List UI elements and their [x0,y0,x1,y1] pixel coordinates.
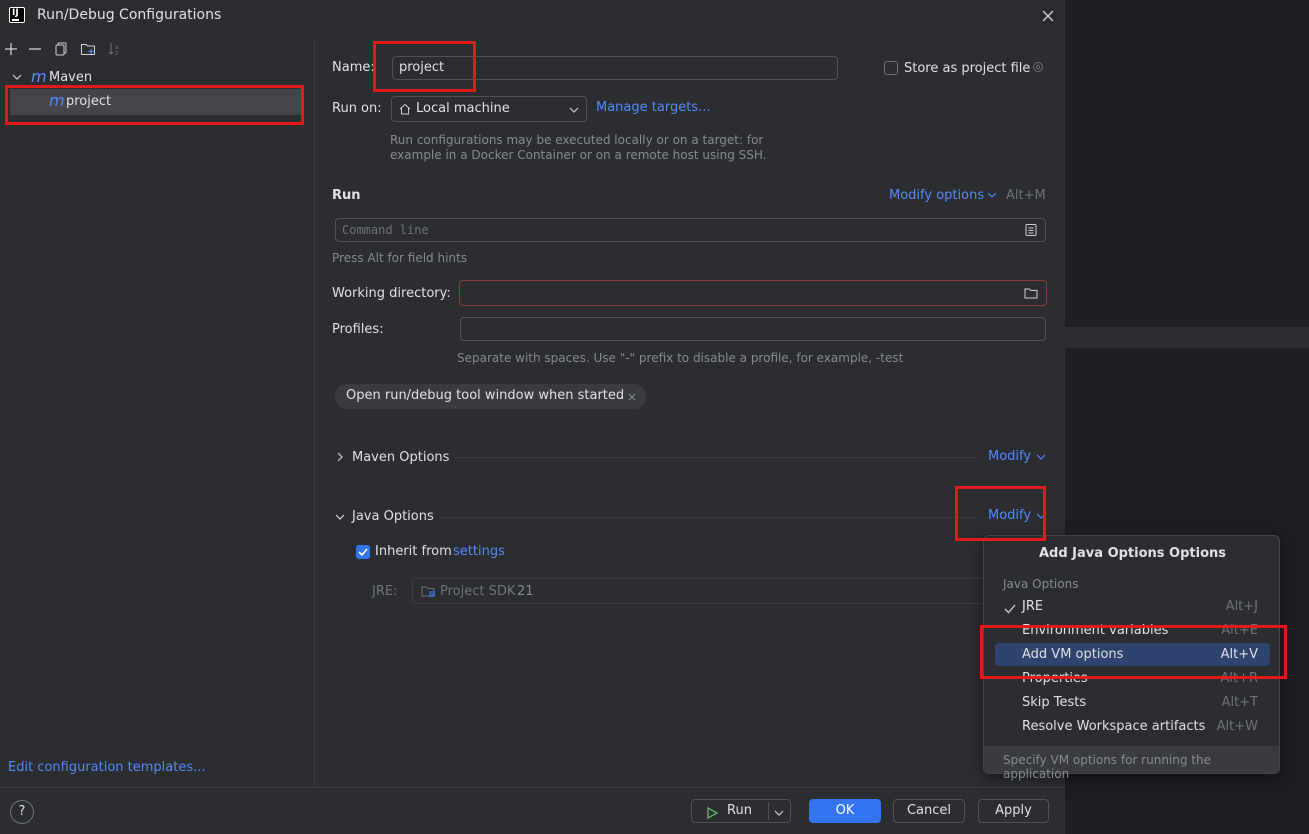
dialog-titlebar: IJ Run/Debug Configurations [0,0,1065,33]
configurations-panel: az m Maven m project Edit configuration … [0,37,315,787]
close-icon[interactable] [627,391,637,406]
popup-item-environment-variables[interactable]: Environment variables Alt+E [995,619,1270,642]
working-directory-label: Working directory: [332,286,451,301]
folder-icon[interactable] [1024,286,1038,304]
sort-icon[interactable]: az [107,41,123,57]
inherit-checkbox[interactable] [356,545,370,559]
run-on-label: Run on: [332,101,382,116]
dialog-title: Run/Debug Configurations [37,7,222,23]
popup-title: Add Java Options Options [1038,546,1226,561]
option-tag[interactable]: Open run/debug tool window when started [335,384,646,409]
jre-select: Project SDK 21 [412,578,992,604]
popup-item-resolve-workspace-artifacts[interactable]: Resolve Workspace artifacts Alt+W [995,715,1270,738]
gear-icon[interactable] [1031,60,1045,74]
add-icon[interactable] [3,41,19,57]
chevron-down-icon [568,104,580,120]
popup-item-jre[interactable]: JRE Alt+J [995,595,1270,618]
dialog-footer: ? Run OK Cancel Apply [0,787,1065,834]
background-editor-line [1065,327,1309,348]
help-icon: ? [18,804,26,819]
tree-group-maven[interactable]: m Maven [0,67,315,88]
chevron-down-icon[interactable] [986,189,998,205]
run-on-select[interactable]: Local machine [391,96,587,122]
expand-text-icon[interactable] [1024,223,1038,241]
store-as-project-label: Store as project file [904,61,1031,76]
maven-icon: m [49,91,65,110]
new-folder-icon[interactable] [80,41,96,57]
run-on-hint-line1: Run configurations may be executed local… [390,133,764,147]
maven-icon: m [31,67,47,86]
apply-button[interactable]: Apply [978,799,1049,823]
java-modify-link[interactable]: Modify [988,508,1031,523]
remove-icon[interactable] [27,41,43,57]
separator [442,517,978,518]
modify-options-shortcut: Alt+M [1006,188,1046,203]
chevron-right-icon[interactable] [334,451,346,467]
name-label: Name: [332,60,375,75]
add-java-options-popup: Add Java Options Options Java Options JR… [983,535,1280,781]
maven-modify-link[interactable]: Modify [988,449,1031,464]
manage-targets-link[interactable]: Manage targets... [596,100,710,115]
jre-label: JRE: [372,584,398,599]
tree-item-label: project [66,94,112,109]
home-icon [398,102,412,120]
field-hints-label: Press Alt for field hints [332,251,467,265]
split-divider [768,802,769,820]
run-debug-dialog: IJ Run/Debug Configurations az m Maven m… [0,0,1065,834]
java-options-title[interactable]: Java Options [352,509,434,524]
play-icon [706,805,719,827]
modify-options-link[interactable]: Modify options [889,188,984,203]
chevron-down-icon[interactable] [1035,451,1047,467]
command-line-input[interactable]: Command line [335,218,1046,242]
profiles-hint: Separate with spaces. Use "-" prefix to … [457,351,904,365]
store-as-project-checkbox[interactable] [884,61,898,75]
edit-configuration-templates-link[interactable]: Edit configuration templates... [8,760,206,775]
popup-footer: Specify VM options for running the appli… [984,746,1279,781]
chevron-down-icon[interactable] [773,805,785,827]
popup-item-properties[interactable]: Properties Alt+R [995,667,1270,690]
run-section-title: Run [332,188,361,203]
separator [454,457,978,458]
profiles-input[interactable] [460,317,1046,341]
ok-button[interactable]: OK [809,799,881,823]
settings-link[interactable]: settings [453,544,505,559]
run-split-button[interactable]: Run [691,799,791,823]
svg-text:z: z [115,50,118,57]
run-on-hint-line2: example in a Docker Container or on a re… [390,148,767,162]
cancel-button[interactable]: Cancel [893,799,965,823]
configuration-editor: Name: project Store as project file Run … [316,37,1065,787]
popup-item-skip-tests[interactable]: Skip Tests Alt+T [995,691,1270,714]
working-directory-input[interactable] [459,280,1047,306]
chevron-down-icon[interactable] [334,511,346,527]
help-button[interactable]: ? [10,800,34,824]
copy-icon[interactable] [53,41,69,57]
intellij-logo-icon: IJ [9,7,25,23]
sdk-folder-icon [421,584,437,602]
configurations-toolbar: az [0,37,315,61]
chevron-down-icon[interactable] [1035,510,1047,526]
tree-item-project[interactable]: m project [10,89,302,115]
tree-group-label: Maven [49,70,93,85]
profiles-label: Profiles: [332,322,384,337]
run-button-label[interactable]: Run [727,800,752,822]
close-icon[interactable] [1040,8,1056,24]
maven-options-title[interactable]: Maven Options [352,450,449,465]
popup-item-add-vm-options[interactable]: Add VM options Alt+V [995,643,1270,666]
name-field[interactable]: project [392,56,838,80]
chevron-down-icon[interactable] [11,71,23,87]
popup-group-label: Java Options [1003,577,1079,591]
inherit-label: Inherit from [375,544,452,559]
